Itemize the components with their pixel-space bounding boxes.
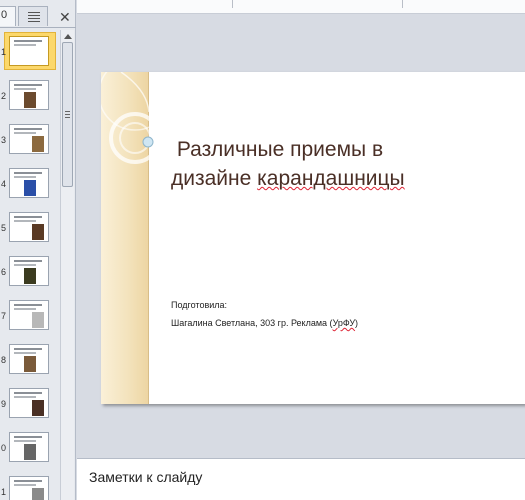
title-line-2a: дизайне — [171, 167, 258, 190]
close-pane-button[interactable]: ✕ — [59, 9, 71, 26]
slide-thumbnail-row[interactable]: 1 — [0, 32, 60, 74]
slide-thumbnail-row[interactable]: 7 — [0, 298, 60, 338]
outline-icon — [28, 12, 40, 22]
author-line-b: УрФУ — [332, 318, 356, 328]
thumbnail-text-line — [14, 132, 36, 134]
thumbnail-text-line — [14, 84, 42, 86]
thumbnail-list: 1 2 3 4 5 6 7 8 9 0 1 — [0, 30, 60, 500]
slide-subtitle[interactable]: Подготовила: Шагалина Светлана, 303 гр. … — [171, 296, 358, 332]
scrollbar-thumb[interactable] — [62, 42, 73, 187]
thumbnail-image — [24, 92, 36, 108]
slide-thumbnail-row[interactable]: 0 — [0, 430, 60, 470]
thumbnail-image — [32, 400, 44, 416]
title-line-1: Различные приемы в — [176, 138, 384, 161]
thumbnail-number: 7 — [0, 311, 6, 321]
thumbnail-text-line — [14, 88, 36, 90]
thumbnail-text-line — [14, 480, 42, 482]
thumbnail-text-line — [14, 396, 36, 398]
tab-outline[interactable] — [18, 6, 48, 26]
strip-divider — [402, 0, 403, 8]
thumbnail-text-line — [14, 264, 36, 266]
thumbnail-number: 8 — [0, 355, 6, 365]
slide-thumbnail-row[interactable]: 2 — [0, 78, 60, 118]
thumbnail-text-line — [14, 484, 36, 486]
slide-thumbnail[interactable] — [9, 432, 49, 462]
notes-placeholder: Заметки к слайду — [89, 469, 203, 485]
slide-thumbnail[interactable] — [9, 476, 49, 500]
thumbnail-image — [32, 136, 44, 152]
thumbnail-image — [32, 224, 44, 240]
thumbnail-text-line — [14, 436, 42, 438]
thumbnail-text-line — [14, 44, 36, 46]
thumbnail-text-line — [14, 260, 42, 262]
tab-divider — [0, 27, 76, 28]
thumbnail-number: 6 — [0, 267, 6, 277]
slide-title[interactable]: Различные приемы в дизайне карандашницы — [171, 135, 491, 193]
thumbnail-text-line — [14, 304, 42, 306]
thumbnail-text-line — [14, 220, 36, 222]
slide-thumbnail[interactable] — [9, 388, 49, 418]
slide-thumbnail[interactable] — [9, 212, 49, 242]
slide-canvas: Различные приемы в дизайне карандашницы … — [77, 15, 525, 455]
slide-thumbnail[interactable] — [9, 300, 49, 330]
thumbnail-text-line — [14, 40, 42, 42]
slide-thumbnail-row[interactable]: 9 — [0, 386, 60, 426]
strip-divider — [232, 0, 233, 8]
slide-thumbnail[interactable] — [9, 256, 49, 286]
thumbnail-text-line — [14, 440, 36, 442]
thumbnail-number: 0 — [0, 443, 6, 453]
thumbnail-image — [32, 312, 44, 328]
title-line-2b: карандашницы — [257, 167, 405, 190]
thumbnail-number: 4 — [0, 179, 6, 189]
slide-thumbnail[interactable] — [9, 124, 49, 154]
thumbnail-image — [32, 488, 44, 500]
thumbnail-image — [24, 356, 36, 372]
thumbnail-text-line — [14, 352, 36, 354]
author-label: Подготовила: — [171, 300, 228, 310]
scroll-up-arrow-icon[interactable] — [64, 34, 72, 39]
thumbnail-text-line — [14, 216, 42, 218]
thumbnail-image — [24, 444, 36, 460]
thumbnail-text-line — [14, 392, 42, 394]
slide-thumbnail-row[interactable]: 3 — [0, 122, 60, 162]
author-line-a: Шагалина Светлана, 303 гр. Реклама ( — [171, 318, 333, 328]
notes-pane[interactable]: Заметки к слайду — [77, 458, 525, 500]
slides-pane: 0 ✕ 1 2 3 4 5 6 7 8 9 0 1 — [0, 0, 76, 500]
ruler-strip — [77, 0, 525, 14]
thumbnail-number: 1 — [0, 47, 6, 57]
thumbnail-image — [24, 268, 36, 284]
thumbnail-text-line — [14, 308, 36, 310]
thumbnail-text-line — [14, 128, 42, 130]
tab-slides-label: 0 — [1, 9, 8, 21]
slide-thumbnail-row[interactable]: 8 — [0, 342, 60, 382]
author-line-c: ) — [355, 318, 359, 328]
slide-thumbnail[interactable] — [9, 80, 49, 110]
thumbnail-text-line — [14, 172, 42, 174]
thumbnail-number: 9 — [0, 399, 6, 409]
thumbnail-number: 3 — [0, 135, 6, 145]
thumbnail-number: 1 — [0, 487, 6, 497]
pane-tabs: 0 ✕ — [0, 6, 76, 28]
thumbnail-text-line — [14, 348, 42, 350]
thumbnail-text-line — [14, 176, 36, 178]
slide-thumbnail[interactable] — [9, 36, 49, 66]
slide[interactable]: Различные приемы в дизайне карандашницы … — [101, 72, 525, 404]
slide-thumbnail-row[interactable]: 4 — [0, 166, 60, 206]
tab-slides[interactable]: 0 — [0, 6, 16, 26]
grip-icon — [65, 111, 70, 119]
slide-thumbnail[interactable] — [9, 344, 49, 374]
thumbnail-scrollbar[interactable] — [60, 30, 74, 500]
slide-thumbnail-row[interactable]: 6 — [0, 254, 60, 294]
slide-thumbnail-row[interactable]: 5 — [0, 210, 60, 250]
thumbnail-number: 2 — [0, 91, 6, 101]
slide-thumbnail-row[interactable]: 1 — [0, 474, 60, 500]
thumbnail-number: 5 — [0, 223, 6, 233]
slide-thumbnail[interactable] — [9, 168, 49, 198]
thumbnail-image — [24, 180, 36, 196]
